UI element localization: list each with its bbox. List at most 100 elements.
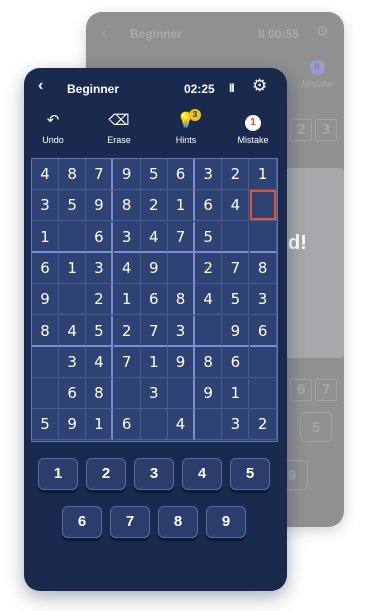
sudoku-cell[interactable] (222, 221, 250, 253)
sudoku-cell[interactable]: 9 (86, 190, 114, 222)
sudoku-cell[interactable]: 9 (195, 378, 223, 410)
sudoku-cell[interactable]: 9 (168, 346, 195, 378)
sudoku-cell[interactable]: 3 (222, 409, 250, 441)
sudoku-cell[interactable]: 6 (86, 221, 114, 253)
sudoku-cell[interactable] (32, 378, 59, 410)
sudoku-cell[interactable]: 8 (168, 284, 195, 316)
lightbulb-icon: 💡 3 (161, 109, 211, 132)
sudoku-cell[interactable] (59, 221, 87, 253)
number-key-7[interactable]: 7 (110, 506, 150, 538)
sudoku-cell[interactable]: 6 (222, 346, 250, 378)
sudoku-cell[interactable] (32, 346, 59, 378)
sudoku-cell[interactable]: 5 (222, 284, 250, 316)
sudoku-cell[interactable]: 4 (195, 284, 223, 316)
number-key-8[interactable]: 8 (158, 506, 198, 538)
selected-cell[interactable] (249, 190, 277, 222)
sudoku-cell[interactable]: 6 (59, 378, 87, 410)
sudoku-cell[interactable]: 9 (32, 284, 59, 316)
sudoku-cell[interactable] (195, 409, 223, 441)
sudoku-cell[interactable]: 4 (59, 315, 87, 347)
sudoku-cell[interactable]: 8 (249, 252, 277, 284)
number-key-6[interactable]: 6 (62, 506, 102, 538)
sudoku-cell[interactable]: 4 (86, 346, 114, 378)
sudoku-cell[interactable]: 3 (86, 252, 114, 284)
sudoku-cell[interactable]: 1 (113, 284, 141, 316)
sudoku-cell[interactable]: 4 (140, 221, 168, 253)
eraser-icon: ⌫ (108, 112, 130, 129)
sudoku-cell[interactable]: 2 (195, 252, 223, 284)
sudoku-cell[interactable]: 2 (222, 159, 250, 190)
sudoku-cell[interactable]: 3 (59, 346, 87, 378)
sudoku-cell[interactable]: 1 (140, 346, 168, 378)
sudoku-cell[interactable]: 6 (32, 252, 59, 284)
sudoku-cell[interactable]: 1 (59, 252, 87, 284)
sudoku-cell[interactable]: 5 (32, 409, 59, 441)
sudoku-cell[interactable] (59, 284, 87, 316)
sudoku-cell[interactable]: 3 (249, 284, 277, 316)
sudoku-cell[interactable]: 8 (32, 315, 59, 347)
number-key-4[interactable]: 4 (182, 458, 222, 490)
sudoku-cell[interactable]: 6 (249, 315, 277, 347)
sudoku-cell[interactable]: 9 (222, 315, 250, 347)
sudoku-cell[interactable] (195, 315, 223, 347)
sudoku-cell[interactable]: 9 (113, 159, 141, 190)
sudoku-cell[interactable] (140, 409, 168, 441)
hints-label: Hints (175, 135, 197, 145)
sudoku-cell[interactable]: 5 (86, 315, 114, 347)
hints-button[interactable]: 💡 3 Hints (161, 109, 211, 145)
back-chevron-icon[interactable]: ‹ (38, 77, 43, 95)
sudoku-cell[interactable]: 3 (195, 159, 223, 190)
sudoku-cell[interactable]: 1 (168, 190, 195, 222)
background-mistake-label: Mistake (302, 79, 334, 89)
sudoku-cell[interactable]: 3 (168, 315, 195, 347)
sudoku-cell[interactable]: 4 (168, 409, 195, 441)
sudoku-cell[interactable] (249, 221, 277, 253)
number-key-5[interactable]: 5 (230, 458, 270, 490)
sudoku-cell[interactable]: 4 (222, 190, 250, 222)
sudoku-cell[interactable] (113, 378, 141, 410)
sudoku-cell[interactable]: 2 (113, 315, 141, 347)
sudoku-cell[interactable]: 5 (59, 190, 87, 222)
erase-button[interactable]: ⌫ Erase (94, 112, 144, 145)
sudoku-cell[interactable]: 4 (32, 159, 59, 190)
undo-button[interactable]: ↶ Undo (28, 112, 78, 145)
number-key-3[interactable]: 3 (134, 458, 174, 490)
sudoku-cell[interactable]: 6 (168, 159, 195, 190)
number-key-2[interactable]: 2 (86, 458, 126, 490)
sudoku-cell[interactable]: 8 (113, 190, 141, 222)
sudoku-cell[interactable]: 7 (140, 315, 168, 347)
sudoku-cell[interactable]: 1 (249, 159, 277, 190)
sudoku-cell[interactable] (249, 378, 277, 410)
sudoku-cell[interactable]: 9 (140, 252, 168, 284)
number-key-9[interactable]: 9 (206, 506, 246, 538)
sudoku-cell[interactable]: 6 (195, 190, 223, 222)
sudoku-cell[interactable]: 7 (222, 252, 250, 284)
sudoku-cell[interactable]: 9 (59, 409, 87, 441)
sudoku-cell[interactable]: 7 (113, 346, 141, 378)
sudoku-cell[interactable] (168, 378, 195, 410)
sudoku-cell[interactable] (168, 252, 195, 284)
sudoku-cell[interactable]: 8 (86, 378, 114, 410)
sudoku-cell[interactable]: 2 (249, 409, 277, 441)
sudoku-cell[interactable]: 1 (86, 409, 114, 441)
sudoku-cell[interactable]: 6 (140, 284, 168, 316)
sudoku-cell[interactable]: 2 (86, 284, 114, 316)
sudoku-cell[interactable]: 6 (113, 409, 141, 441)
sudoku-cell[interactable]: 1 (222, 378, 250, 410)
sudoku-cell[interactable]: 4 (113, 252, 141, 284)
sudoku-cell[interactable]: 5 (195, 221, 223, 253)
number-key-1[interactable]: 1 (38, 458, 78, 490)
sudoku-cell[interactable]: 3 (140, 378, 168, 410)
sudoku-cell[interactable]: 7 (168, 221, 195, 253)
sudoku-cell[interactable]: 8 (59, 159, 87, 190)
sudoku-cell[interactable]: 5 (140, 159, 168, 190)
sudoku-cell[interactable]: 2 (140, 190, 168, 222)
gear-icon[interactable]: ⚙ (252, 76, 267, 96)
pause-icon[interactable]: II (229, 81, 235, 95)
sudoku-cell[interactable] (249, 346, 277, 378)
sudoku-cell[interactable]: 7 (86, 159, 114, 190)
sudoku-cell[interactable]: 3 (32, 190, 59, 222)
sudoku-cell[interactable]: 8 (195, 346, 223, 378)
sudoku-cell[interactable]: 1 (32, 221, 59, 253)
sudoku-cell[interactable]: 3 (113, 221, 141, 253)
